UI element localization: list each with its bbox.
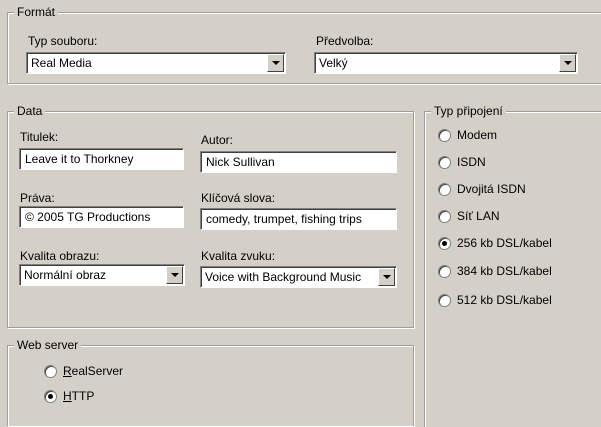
radio-label: ISDN — [457, 155, 486, 169]
data-group-title: Data — [14, 104, 46, 118]
kvalita-zvuku-label: Kvalita zvuku: — [201, 249, 276, 263]
radio-label: 256 kb DSL/kabel — [457, 236, 552, 250]
radio-web-server-option[interactable]: HTTP — [44, 389, 95, 404]
radio-circle-icon[interactable] — [438, 294, 451, 308]
kvalita-obrazu-label: Kvalita obrazu: — [20, 249, 100, 263]
kvalita-zvuku-dropdown-button[interactable] — [378, 268, 395, 286]
radio-label: Modem — [457, 128, 498, 142]
format-group-title: Formát — [14, 5, 59, 19]
radio-circle-icon[interactable] — [438, 265, 451, 279]
titulek-field[interactable]: Leave it to Thorkney — [19, 148, 184, 170]
file-type-dropdown-button[interactable] — [267, 54, 284, 72]
radio-circle-icon[interactable] — [438, 183, 451, 197]
radio-label-accelerator: R — [63, 364, 72, 378]
radio-web-server-option[interactable]: RealServer — [44, 364, 124, 379]
chevron-down-icon — [564, 61, 572, 65]
radio-connection-option[interactable]: ISDN — [438, 155, 486, 170]
radio-circle-icon[interactable] — [438, 156, 451, 170]
radio-connection-option[interactable]: 384 kb DSL/kabel — [438, 264, 552, 279]
radio-circle-icon[interactable] — [44, 390, 57, 404]
file-type-label: Typ souboru: — [28, 34, 98, 48]
radio-connection-option[interactable]: Dvojitá ISDN — [438, 182, 526, 197]
kvalita-zvuku-dropdown[interactable]: Voice with Background Music — [200, 266, 397, 288]
chevron-down-icon — [383, 275, 391, 279]
titulek-label: Titulek: — [20, 130, 59, 144]
preset-label: Předvolba: — [316, 34, 374, 48]
radio-connection-option[interactable]: Modem — [438, 128, 498, 143]
radio-label: TTP — [71, 389, 95, 403]
radio-label: 512 kb DSL/kabel — [457, 293, 552, 307]
radio-label: Dvojitá ISDN — [457, 182, 526, 196]
prava-label: Práva: — [20, 191, 55, 205]
autor-field[interactable]: Nick Sullivan — [200, 151, 397, 173]
radio-circle-icon[interactable] — [438, 237, 451, 251]
radio-connection-option[interactable]: 256 kb DSL/kabel — [438, 236, 552, 251]
kvalita-obrazu-dropdown-button[interactable] — [166, 266, 183, 284]
prava-field[interactable]: © 2005 TG Productions — [19, 206, 184, 228]
radio-label: 384 kb DSL/kabel — [457, 264, 552, 278]
web-server-group: Web server — [7, 338, 414, 426]
radio-circle-icon[interactable] — [438, 129, 451, 143]
file-type-value: Real Media — [31, 56, 92, 70]
radio-connection-option[interactable]: Síť LAN — [438, 209, 500, 224]
kvalita-zvuku-value: Voice with Background Music — [205, 270, 362, 284]
radio-label: ealServer — [71, 364, 124, 378]
web-server-group-title: Web server — [14, 338, 82, 352]
klicova-slova-label: Klíčová slova: — [201, 191, 276, 205]
radio-connection-option[interactable]: 512 kb DSL/kabel — [438, 293, 552, 308]
radio-label: Síť LAN — [457, 209, 500, 223]
connection-group-title: Typ připojení — [431, 104, 506, 118]
radio-circle-icon[interactable] — [438, 210, 451, 224]
preset-dropdown-button[interactable] — [559, 54, 576, 72]
radio-label-accelerator: H — [63, 389, 72, 403]
kvalita-obrazu-dropdown[interactable]: Normální obraz — [19, 264, 185, 286]
kvalita-obrazu-value: Normální obraz — [24, 268, 107, 282]
preset-value: Velký — [319, 56, 348, 70]
radio-circle-icon[interactable] — [44, 365, 57, 379]
klicova-slova-field[interactable]: comedy, trumpet, fishing trips — [200, 208, 397, 230]
file-type-dropdown[interactable]: Real Media — [26, 52, 286, 74]
chevron-down-icon — [171, 273, 179, 277]
chevron-down-icon — [272, 61, 280, 65]
preset-dropdown[interactable]: Velký — [314, 52, 578, 74]
autor-label: Autor: — [201, 133, 234, 147]
